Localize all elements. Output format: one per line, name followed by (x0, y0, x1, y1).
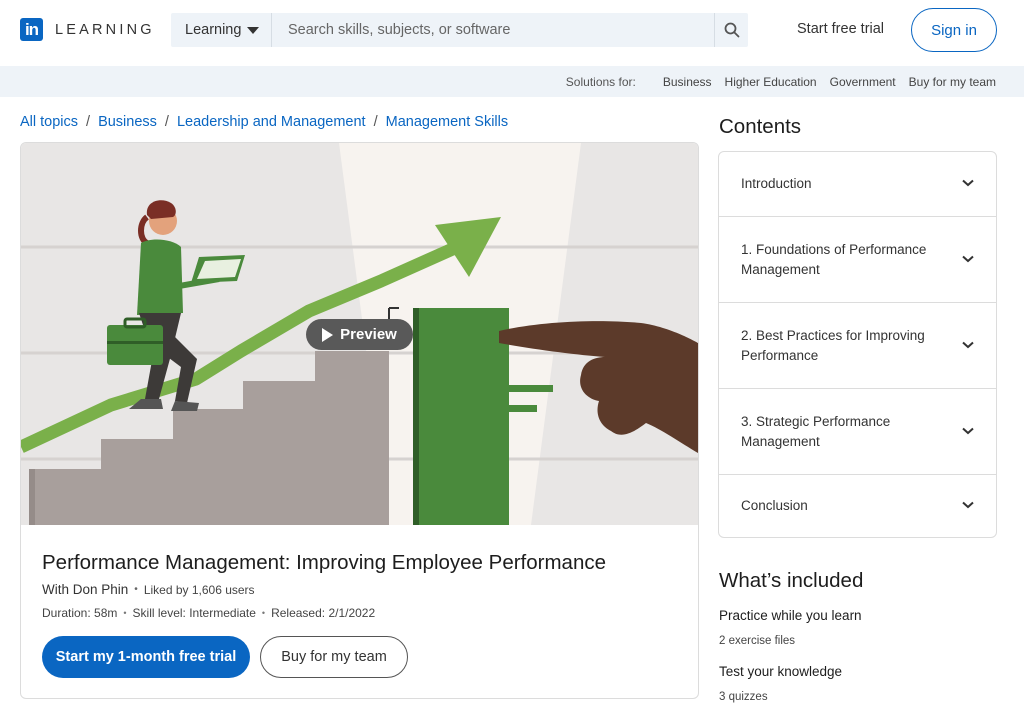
chevron-down-icon (962, 427, 974, 434)
whats-included-heading: What’s included (719, 569, 864, 592)
toc-item-introduction[interactable]: Introduction (719, 152, 996, 217)
breadcrumb-business[interactable]: Business (98, 114, 157, 130)
course-card: Preview Performance Management: Improvin… (20, 142, 699, 699)
course-title: Performance Management: Improving Employ… (42, 551, 607, 574)
toc-item-conclusion[interactable]: Conclusion (719, 475, 996, 537)
toc-item-label: 2. Best Practices for Improving Performa… (741, 327, 925, 363)
logo-in-text: in (24, 20, 39, 39)
search-input[interactable] (272, 13, 714, 47)
chevron-down-icon (962, 501, 974, 509)
toc-item-label: 3. Strategic Performance Management (741, 413, 891, 449)
included-item-detail: 2 exercise files (719, 635, 796, 647)
included-item-heading: Test your knowledge (719, 664, 843, 679)
course-skill-level: Skill level: Intermediate (132, 606, 256, 620)
preview-label: Preview (340, 326, 397, 343)
toc-item-label: Conclusion (741, 498, 808, 513)
solutions-buy-for-team-link[interactable]: Buy for my team (909, 75, 996, 89)
toc-item-label: 1. Foundations of Performance Management (741, 241, 927, 277)
breadcrumb-leadership-management[interactable]: Leadership and Management (177, 114, 366, 130)
course-author: With Don Phin (42, 582, 129, 597)
play-icon (322, 327, 334, 342)
included-item-detail: 3 quizzes (719, 691, 768, 703)
sign-in-button[interactable]: Sign in (911, 8, 997, 52)
solutions-label: Solutions for: (565, 74, 636, 89)
breadcrumb: All topics / Business / Leadership and M… (20, 114, 508, 130)
course-released: Released: 2/1/2022 (271, 606, 376, 620)
toc-item-strategic[interactable]: 3. Strategic Performance Management (719, 389, 996, 475)
start-free-trial-button[interactable]: Start my 1-month free trial (42, 636, 250, 678)
preview-button[interactable]: Preview (306, 319, 413, 350)
meta-separator: • (261, 608, 266, 618)
solutions-bar: Solutions for: Business Higher Education… (0, 66, 1024, 97)
search-category-label: Learning (185, 22, 242, 38)
chevron-down-icon (962, 255, 974, 262)
solutions-business-link[interactable]: Business (663, 75, 712, 89)
solutions-government-link[interactable]: Government (830, 75, 896, 89)
caret-down-icon (247, 26, 260, 34)
meta-separator: • (134, 584, 138, 595)
toc-item-label: Introduction (741, 176, 812, 191)
breadcrumb-separator: / (164, 114, 169, 130)
search-bar: Learning (171, 13, 748, 47)
course-author-line: With Don Phin • Liked by 1,606 users (42, 582, 255, 597)
toc-item-best-practices[interactable]: 2. Best Practices for Improving Performa… (719, 303, 996, 389)
included-item-heading: Practice while you learn (719, 608, 862, 623)
breadcrumb-separator: / (86, 114, 91, 130)
solutions-higher-education-link[interactable]: Higher Education (725, 75, 817, 89)
toc-item-foundations[interactable]: 1. Foundations of Performance Management (719, 217, 996, 303)
search-category-select[interactable]: Learning (171, 13, 272, 47)
top-header: in LEARNING Learning Start free trial Si… (0, 0, 1024, 66)
buy-for-my-team-button[interactable]: Buy for my team (260, 636, 408, 678)
start-free-trial-link[interactable]: Start free trial (797, 21, 884, 37)
linkedin-in-icon: in (20, 18, 43, 41)
linkedin-learning-logo[interactable]: in LEARNING (20, 18, 155, 41)
contents-accordion: Introduction 1. Foundations of Performan… (718, 151, 997, 538)
chevron-down-icon (962, 341, 974, 348)
contents-heading: Contents (719, 115, 802, 138)
meta-separator: • (123, 608, 127, 618)
brand-wordmark: LEARNING (55, 21, 155, 38)
course-likes: Liked by 1,606 users (143, 582, 255, 597)
breadcrumb-all-topics[interactable]: All topics (20, 114, 78, 130)
course-duration: Duration: 58m (42, 606, 118, 620)
breadcrumb-separator: / (373, 114, 378, 130)
search-button[interactable] (714, 13, 748, 47)
breadcrumb-management-skills[interactable]: Management Skills (386, 114, 509, 130)
course-details-line: Duration: 58m • Skill level: Intermediat… (42, 606, 375, 620)
chevron-down-icon (962, 179, 974, 187)
search-icon (724, 22, 739, 38)
